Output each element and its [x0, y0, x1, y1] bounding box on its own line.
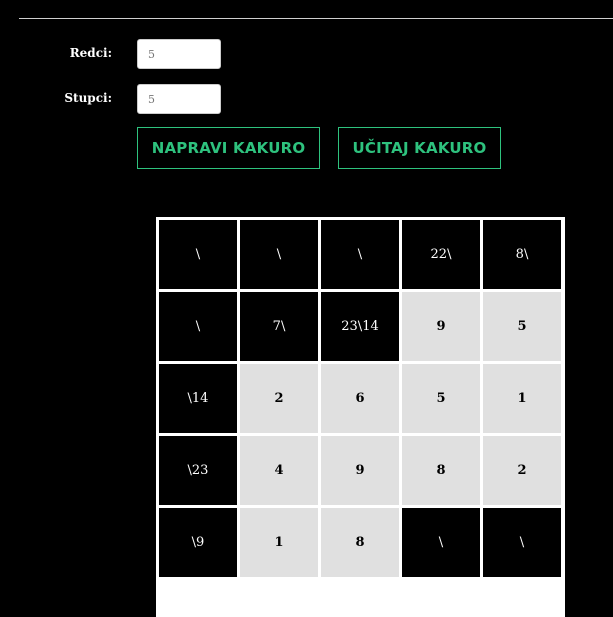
clue-cell: \23 [159, 436, 237, 505]
top-divider [19, 18, 613, 19]
clue-cell: \ [483, 508, 561, 577]
value-cell[interactable]: 9 [402, 292, 480, 361]
clue-cell: \ [402, 508, 480, 577]
value-cell[interactable]: 8 [321, 508, 399, 577]
value-cell[interactable]: 8 [402, 436, 480, 505]
value-cell[interactable]: 2 [483, 436, 561, 505]
value-cell[interactable]: 2 [240, 364, 318, 433]
rows-label: Redci: [69, 46, 112, 60]
value-cell[interactable]: 4 [240, 436, 318, 505]
value-cell[interactable]: 5 [402, 364, 480, 433]
clue-cell: \ [159, 220, 237, 289]
clue-cell: 7\ [240, 292, 318, 361]
clue-cell: \14 [159, 364, 237, 433]
create-kakuro-button[interactable]: NAPRAVI KAKURO [137, 127, 320, 169]
value-cell[interactable]: 1 [483, 364, 561, 433]
value-cell[interactable]: 6 [321, 364, 399, 433]
rows-input[interactable] [137, 39, 221, 69]
kakuro-grid: \ \ \ 22\ 8\ \ 7\ 23\14 9 5 \14 2 6 5 1 \23 4 9 8 2 \9 1 8 \ \ [156, 217, 565, 617]
value-cell[interactable]: 5 [483, 292, 561, 361]
cols-label: Stupci: [64, 91, 112, 105]
clue-cell: 8\ [483, 220, 561, 289]
value-cell[interactable]: 9 [321, 436, 399, 505]
clue-cell: \9 [159, 508, 237, 577]
load-kakuro-button[interactable]: UČITAJ KAKURO [338, 127, 501, 169]
clue-cell: 23\14 [321, 292, 399, 361]
clue-cell: \ [240, 220, 318, 289]
cols-input[interactable] [137, 84, 221, 114]
clue-cell: \ [321, 220, 399, 289]
clue-cell: \ [159, 292, 237, 361]
value-cell[interactable]: 1 [240, 508, 318, 577]
clue-cell: 22\ [402, 220, 480, 289]
